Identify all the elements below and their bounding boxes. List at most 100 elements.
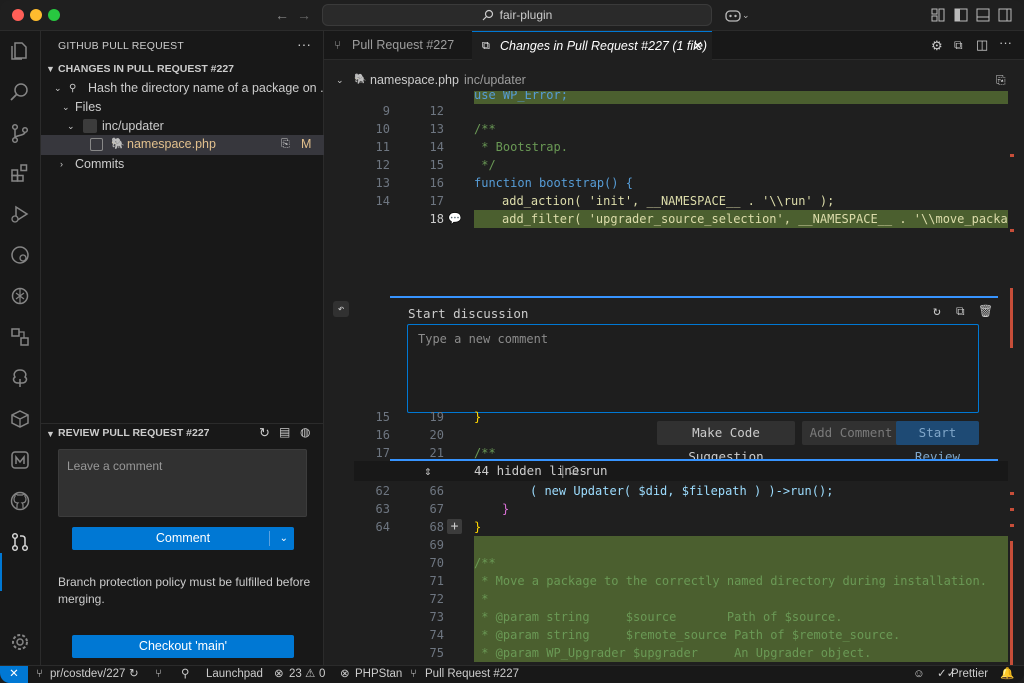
copilot-icon[interactable] [725,8,741,22]
github-icon[interactable] [9,490,31,512]
close-tab-icon[interactable]: ✕ [693,32,703,61]
remote-indicator-icon[interactable]: ✕ [0,666,28,683]
open-file-icon[interactable]: ⎘ [281,135,290,154]
hidden-lines-bar[interactable]: ⇕ 44 hidden lines | ⬡ run [354,461,1008,481]
extensions-icon[interactable] [9,162,31,184]
pull-request-icon: ⑂ [334,38,342,52]
containers-icon[interactable] [9,326,31,348]
maximize-window-button[interactable] [48,9,60,21]
viewed-checkbox[interactable] [90,138,103,151]
error-count[interactable]: 23 [289,666,302,683]
commit-tree-item[interactable]: ⌄ ⚲ Hash the directory name of a package… [41,79,331,98]
gitlens-icon[interactable] [9,449,31,471]
new-comment-input[interactable]: Type a new comment [407,324,979,413]
added-code-line [474,536,1008,554]
git-graph-icon[interactable]: ⑂ [155,666,162,683]
toggle-secondary-sidebar-icon[interactable] [998,8,1012,22]
make-code-suggestion-button[interactable]: Make Code Suggestion [657,421,795,464]
code-line: */ [474,158,496,172]
search-icon [482,9,493,21]
breadcrumb: ⌄ 🐘 namespace.php inc/updater ⎘ [324,69,1024,91]
notifications-icon[interactable]: 🔔 [1000,666,1014,683]
branch-name[interactable]: pr/costdev/227 [50,666,125,683]
run-debug-icon[interactable] [9,203,31,225]
start-review-button[interactable]: Start Review [896,421,979,464]
minimize-window-button[interactable] [30,9,42,21]
more-actions-icon[interactable]: ··· [297,36,311,52]
remote-explorer-icon[interactable] [9,244,31,266]
comment-button[interactable]: Comment ⌄ [72,527,294,550]
review-comment-input[interactable]: Leave a comment [58,449,307,517]
revert-icon[interactable]: ↶ [333,301,349,317]
commits-tree-item[interactable]: › Commits [41,155,324,174]
toggle-primary-sidebar-icon[interactable] [954,8,968,22]
pull-request-label[interactable]: Pull Request #227 [425,666,519,683]
phpstan-label[interactable]: PHPStan [355,666,402,683]
php-file-icon: 🐘 [111,138,125,150]
close-window-button[interactable] [12,9,24,21]
php-file-icon: 🐘 [354,74,367,85]
pull-request-icon: ⑂ [410,668,417,680]
search-icon[interactable] [9,81,31,103]
open-file-icon[interactable]: ⎘ [996,69,1006,91]
open-changes-icon[interactable]: ⧉ [954,38,963,53]
vertical-scrollbar[interactable] [1008,91,1018,665]
changes-section-header[interactable]: ▼ CHANGES IN PULL REQUEST #227 [41,60,324,79]
code-line: function bootstrap() { [474,176,633,190]
add-comment-icon[interactable]: 💬 [448,212,462,225]
copilot-status-icon[interactable]: ☺ [913,666,925,683]
checkout-button[interactable]: Checkout 'main' [72,635,294,658]
pull-requests-icon[interactable] [9,531,31,553]
refresh-icon[interactable]: ↻ [933,304,941,319]
prettier-label[interactable]: Prettier [951,666,988,683]
copilot-review-icon[interactable]: ⚙ [931,38,943,54]
forward-arrow-icon[interactable]: → [297,7,311,23]
sync-icon[interactable]: ↻ [129,666,139,683]
tab-pull-request[interactable]: ⑂ Pull Request #227 [324,31,472,60]
launchpad-label[interactable]: Launchpad [206,666,263,683]
unfold-icon[interactable]: ⇕ [424,461,432,481]
diff-editor[interactable]: use WP_Error; 9 12 10 13 /** 11 14 * Boo… [324,91,1008,665]
chevron-down-icon[interactable]: ⌄ [336,69,344,91]
warning-count[interactable]: 0 [319,666,325,683]
toggle-panel-icon[interactable] [976,8,990,22]
package-icon[interactable] [9,408,31,430]
review-section-header[interactable]: ▼ REVIEW PULL REQUEST #227 ↻ ▤ ◍ [41,423,324,443]
title-bar: ← → fair-plugin ⌄ [0,0,1024,31]
back-arrow-icon[interactable]: ← [275,7,289,23]
code-line: } [502,502,510,516]
delete-icon[interactable]: 🗑 [978,304,993,318]
chevron-down-icon: ⌄ [54,83,62,93]
active-indicator [0,553,2,591]
customize-layout-icon[interactable] [931,8,945,22]
refresh-icon[interactable]: ↻ [259,425,270,441]
files-tree-item[interactable]: ⌄ Files [41,98,324,117]
method-icon: ⬡ [569,464,579,477]
openai-icon[interactable] [9,285,31,307]
folder-tree-item[interactable]: ⌄ inc/updater [41,117,324,136]
code-line: /** [474,446,496,460]
collapse-icon[interactable]: ⧉ [956,304,965,319]
split-editor-icon[interactable]: ◫ [976,37,988,53]
explorer-icon[interactable] [9,40,31,62]
code-line: /** [474,122,496,136]
code-line: * Bootstrap. [474,140,568,154]
more-actions-icon[interactable]: ··· [999,35,1012,50]
chevron-down-icon[interactable]: ⌄ [742,10,756,24]
sidebar-title: GITHUB PULL REQUEST [58,40,184,52]
add-comment-button[interactable]: Add Comment [802,421,900,445]
settings-gear-icon[interactable] [9,631,31,653]
add-comment-plus-icon[interactable]: + [447,519,462,534]
comment-thread-widget: Start discussion ↻ ⧉ 🗑 Type a new commen… [390,296,998,464]
chevron-down-icon[interactable]: ⌄ [280,527,288,550]
command-center[interactable]: fair-plugin [322,4,712,26]
tree-icon[interactable] [9,367,31,389]
globe-icon[interactable]: ◍ [300,425,310,439]
description-icon[interactable]: ▤ [279,425,290,439]
branch-policy-message: Branch protection policy must be fulfill… [58,575,311,606]
source-control-icon[interactable] [9,122,31,144]
file-tree-item-namespace[interactable]: 🐘 namespace.php ⎘ M [41,135,324,155]
tab-changes[interactable]: ⧉ Changes in Pull Request #227 (1 file) … [472,31,712,60]
status-bar: ✕ ⑂ pr/costdev/227 ↻ ⑂ ⚲ Launchpad ⊗ 23 … [0,665,1024,683]
added-code-line: * @param WP_Upgrader $upgrader An Upgrad… [474,644,1008,662]
